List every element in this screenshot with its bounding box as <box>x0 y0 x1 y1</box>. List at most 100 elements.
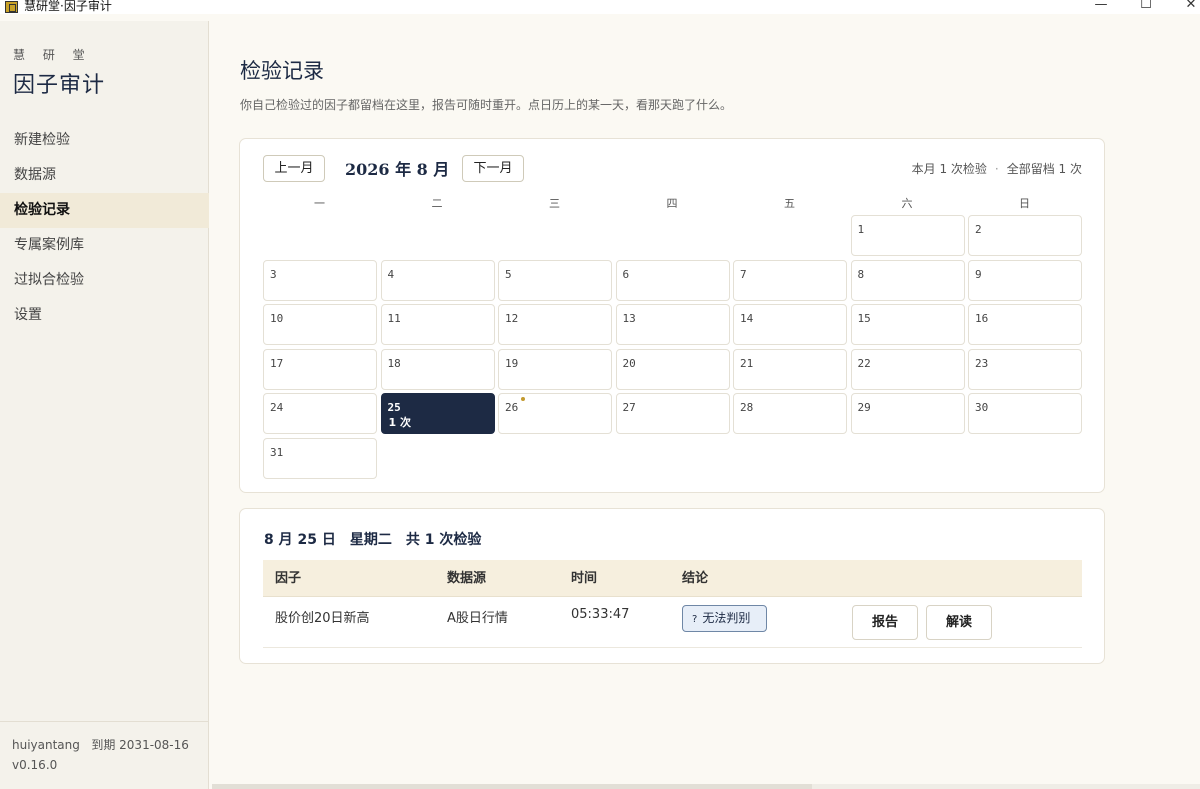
table-row: 股价创20日新高 A股日行情 05:33:47 ? 无法判别 报告 解读 <box>263 597 1082 648</box>
day-number: 3 <box>270 267 277 281</box>
calendar-day[interactable]: 8 <box>850 259 965 301</box>
app-icon <box>5 1 18 13</box>
sidebar-item-test-records[interactable]: 检验记录 <box>0 193 209 228</box>
calendar-day[interactable]: 19 <box>498 348 612 390</box>
calendar-day[interactable]: 24 <box>263 393 377 434</box>
day-number: 16 <box>975 312 989 325</box>
calendar-day[interactable]: 5 <box>498 259 612 301</box>
interpret-button[interactable]: 解读 <box>926 605 992 640</box>
day-number: 2 <box>975 223 982 236</box>
weekday-header: 一二三四五六日 <box>263 195 1082 211</box>
page-description: 你自己检验过的因子都留档在这里，报告可随时重开。点日历上的某一天，看那天跑了什么… <box>240 98 733 112</box>
day-number: 30 <box>975 401 989 414</box>
day-number: 28 <box>740 401 754 414</box>
day-number: 26 <box>505 401 519 414</box>
day-number: 17 <box>270 356 284 370</box>
question-icon: ? <box>692 614 698 625</box>
day-number: 6 <box>622 267 630 281</box>
calendar-day[interactable]: 26 <box>498 393 612 434</box>
calendar-day[interactable]: 23 <box>968 348 1082 390</box>
day-number: 29 <box>857 401 871 414</box>
factor-name: 股价创20日新高 <box>275 611 370 626</box>
username: huiyantang <box>12 738 80 752</box>
source-name: A股日行情 <box>447 611 508 626</box>
day-number: 9 <box>975 267 982 281</box>
calendar-day[interactable]: 22 <box>850 348 965 390</box>
month-count: 本月 1 次检验 <box>911 162 987 176</box>
calendar-day[interactable]: 15 <box>850 304 965 345</box>
calendar-day[interactable]: 17 <box>263 348 377 390</box>
sidebar-footer: huiyantang 到期 2031-08-16 v0.16.0 <box>0 721 209 789</box>
calendar-day[interactable]: 13 <box>615 304 730 345</box>
total-count: 全部留档 1 次 <box>1006 162 1082 176</box>
day-number: 25 <box>387 401 401 414</box>
calendar-day[interactable]: 21 <box>733 348 847 390</box>
day-number: 22 <box>857 356 871 370</box>
today-dot-icon <box>521 397 525 401</box>
minimize-icon[interactable]: — <box>1091 0 1111 14</box>
calendar-day[interactable]: 3 <box>263 259 377 301</box>
account-info: huiyantang 到期 2031-08-16 <box>12 736 189 753</box>
calendar-day[interactable]: 25 1 次 <box>380 393 495 434</box>
next-month-button[interactable]: 下一月 <box>462 155 524 182</box>
calendar-day[interactable]: 20 <box>615 348 730 390</box>
window-titlebar: 慧研堂·因子审计 — ☐ ✕ <box>0 0 1200 14</box>
column-source: 数据源 <box>447 571 487 586</box>
calendar-day[interactable]: 2 <box>968 215 1082 256</box>
column-factor: 因子 <box>275 571 302 586</box>
calendar-day[interactable]: 1 <box>850 215 965 256</box>
day-number: 18 <box>387 356 401 370</box>
verdict-label: 无法判别 <box>702 611 751 625</box>
records-table: 因子 数据源 时间 结论 股价创20日新高 A股日行情 05:33:47 ? 无法… <box>263 560 1082 648</box>
day-number: 21 <box>740 356 754 370</box>
sidebar-item-overfit-test[interactable]: 过拟合检验 <box>0 263 209 298</box>
day-number: 10 <box>270 312 284 325</box>
sidebar: 慧 研 堂 因子审计 新建检验 数据源 检验记录 专属案例库 过拟合检验 设置 … <box>0 21 209 789</box>
expiry-date: 到期 2031-08-16 <box>91 738 189 752</box>
page-title: 检验记录 <box>240 59 324 83</box>
calendar-day[interactable]: 4 <box>380 259 495 301</box>
calendar-day[interactable]: 28 <box>733 393 847 434</box>
calendar-day[interactable]: 12 <box>498 304 612 345</box>
sidebar-nav: 新建检验 数据源 检验记录 专属案例库 过拟合检验 设置 <box>0 123 209 333</box>
calendar-day[interactable]: 14 <box>733 304 847 345</box>
scrollbar-thumb[interactable] <box>212 784 812 789</box>
prev-month-button[interactable]: 上一月 <box>263 155 325 182</box>
calendar-day[interactable]: 18 <box>380 348 495 390</box>
weekday-label: 三 <box>549 197 560 210</box>
summary-separator: · <box>994 162 999 176</box>
table-header: 因子 数据源 时间 结论 <box>263 560 1082 597</box>
calendar-day[interactable]: 30 <box>968 393 1082 434</box>
day-number: 4 <box>387 267 395 281</box>
calendar-day[interactable]: 16 <box>968 304 1082 345</box>
day-number: 12 <box>505 312 519 325</box>
day-number: 8 <box>857 267 865 281</box>
column-verdict: 结论 <box>682 571 709 586</box>
month-summary: 本月 1 次检验 · 全部留档 1 次 <box>912 160 1082 177</box>
sidebar-item-settings[interactable]: 设置 <box>0 298 209 333</box>
calendar-day[interactable]: 31 <box>263 437 377 479</box>
calendar-day[interactable]: 27 <box>615 393 730 434</box>
close-icon[interactable]: ✕ <box>1181 0 1200 14</box>
maximize-icon[interactable]: ☐ <box>1136 0 1156 14</box>
calendar-day[interactable]: 11 <box>380 304 495 345</box>
day-number: 13 <box>622 312 636 325</box>
calendar-grid: 1 2 3 4 5 6 7 8 9 10 11 12 13 14 15 16 17 18 19 20 21 22 23 24 2… <box>263 215 1082 485</box>
weekday-label: 日 <box>1019 197 1030 210</box>
sidebar-item-data-source[interactable]: 数据源 <box>0 158 209 193</box>
day-test-count: 1 次 <box>388 416 411 429</box>
calendar-day[interactable]: 29 <box>850 393 965 434</box>
column-time: 时间 <box>571 571 598 586</box>
horizontal-scrollbar[interactable] <box>212 784 1200 789</box>
sidebar-item-new-test[interactable]: 新建检验 <box>0 123 209 158</box>
sidebar-item-case-library[interactable]: 专属案例库 <box>0 228 209 263</box>
main-content: 检验记录 你自己检验过的因子都留档在这里，报告可随时重开。点日历上的某一天，看那… <box>209 21 1200 789</box>
calendar-day[interactable]: 7 <box>733 259 847 301</box>
calendar-day[interactable]: 9 <box>968 259 1082 301</box>
calendar-day[interactable]: 6 <box>615 259 730 301</box>
weekday-label: 五 <box>784 197 795 210</box>
calendar-card: 上一月 2026 年 8 月 下一月 本月 1 次检验 · 全部留档 1 次 一 二 三… <box>239 138 1105 493</box>
calendar-day[interactable]: 10 <box>263 304 377 345</box>
day-number: 5 <box>505 267 512 281</box>
report-button[interactable]: 报告 <box>852 605 918 640</box>
